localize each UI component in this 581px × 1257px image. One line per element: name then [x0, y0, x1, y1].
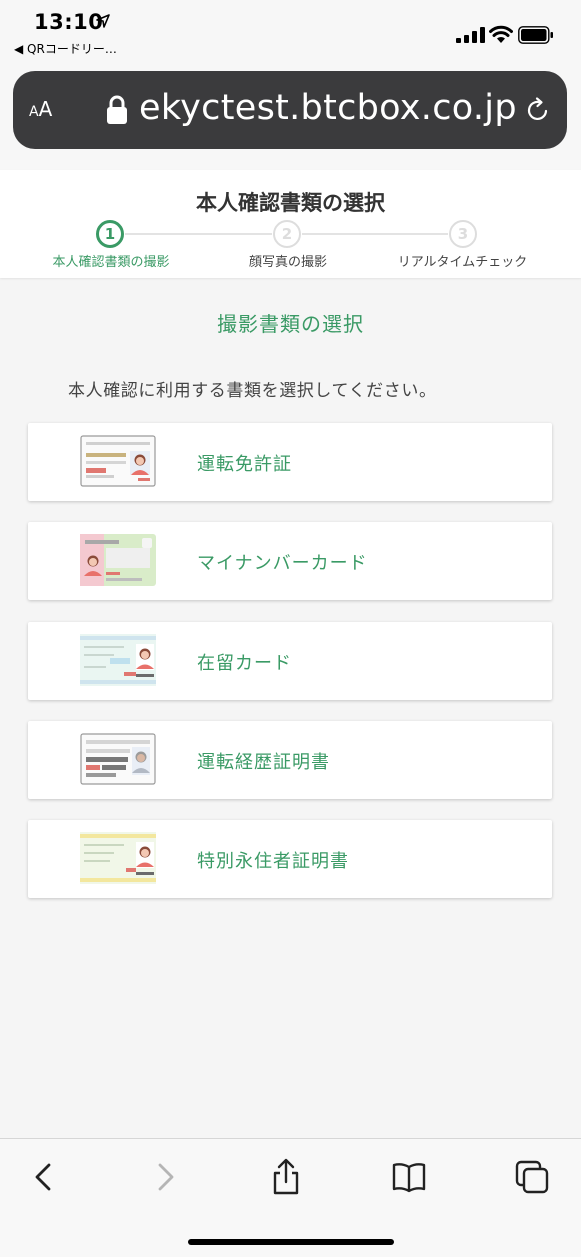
document-option-my-number-card[interactable]: マイナンバーカード	[28, 522, 552, 600]
bookmarks-icon[interactable]	[389, 1157, 429, 1197]
document-option-drivers-license[interactable]: 運転免許証	[28, 423, 552, 501]
document-label: 運転経歴証明書	[197, 752, 330, 773]
battery-icon	[518, 26, 553, 44]
page-header: 本人確認書類の選択 1 2 3 本人確認書類の撮影 顔写真の撮影 リアルタイムチ…	[0, 170, 581, 278]
page-title: 本人確認書類の選択	[196, 191, 385, 215]
instruction-text: 本人確認に利用する書類を選択してください。	[68, 381, 437, 401]
share-icon[interactable]	[266, 1157, 306, 1197]
reload-icon[interactable]	[524, 96, 552, 124]
text-size-button[interactable]: AA	[29, 97, 52, 121]
wifi-icon	[489, 25, 513, 43]
document-label: マイナンバーカード	[197, 553, 368, 574]
address-bar[interactable]: AA ekyctest.btcbox.co.jp	[13, 71, 567, 149]
special-permanent-resident-certificate-icon	[80, 832, 156, 884]
drivers-license-icon	[80, 435, 156, 487]
step-connector	[125, 233, 272, 235]
document-option-residence-card[interactable]: 在留カード	[28, 622, 552, 700]
forward-icon[interactable]	[145, 1157, 185, 1197]
document-option-special-permanent-resident-certificate[interactable]: 特別永住者証明書	[28, 820, 552, 898]
section-title: 撮影書類の選択	[217, 312, 364, 336]
browser-toolbar	[0, 1138, 581, 1257]
tabs-icon[interactable]	[512, 1157, 552, 1197]
step-1-indicator: 1	[96, 220, 124, 248]
url-text[interactable]: ekyctest.btcbox.co.jp	[139, 88, 517, 128]
document-label: 特別永住者証明書	[197, 851, 349, 872]
lock-icon	[107, 95, 127, 124]
step-2-indicator: 2	[273, 220, 301, 248]
location-arrow-icon	[96, 14, 110, 28]
document-option-driving-history-certificate[interactable]: 運転経歴証明書	[28, 721, 552, 799]
step-3-label: リアルタイムチェック	[397, 255, 528, 270]
step-1-label: 本人確認書類の撮影	[52, 255, 170, 270]
driving-history-certificate-icon	[80, 733, 156, 785]
document-label: 在留カード	[197, 653, 292, 674]
status-time: 13:10	[34, 10, 104, 34]
back-to-app-link[interactable]: ◀ QRコードリー…	[14, 40, 117, 57]
step-2-label: 顔写真の撮影	[248, 255, 327, 270]
step-3-indicator: 3	[449, 220, 477, 248]
status-bar: 13:10 ◀ QRコードリー…	[0, 0, 581, 60]
browser-top-chrome: 13:10 ◀ QRコードリー… AA ekyctest.btcbox.co.j	[0, 0, 581, 170]
cellular-signal-icon	[456, 27, 485, 43]
back-icon[interactable]	[24, 1157, 64, 1197]
residence-card-icon	[80, 634, 156, 686]
document-label: 運転免許証	[197, 454, 292, 475]
step-connector	[302, 233, 448, 235]
home-indicator[interactable]	[188, 1239, 394, 1245]
my-number-card-icon	[80, 534, 156, 586]
